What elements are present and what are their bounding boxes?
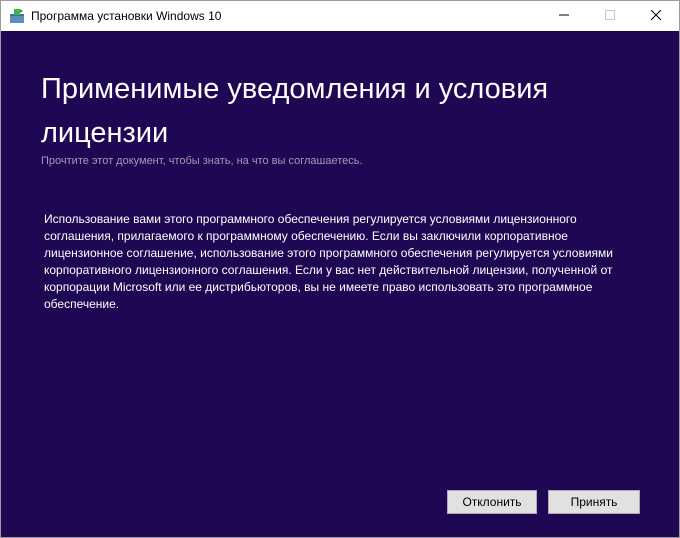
minimize-icon	[559, 7, 569, 25]
windows-setup-icon	[9, 8, 25, 24]
window-title: Программа установки Windows 10	[31, 9, 222, 23]
minimize-button[interactable]	[541, 1, 587, 31]
title-bar[interactable]: Программа установки Windows 10	[1, 1, 679, 31]
window-controls	[541, 1, 679, 31]
installer-window: Программа установки Windows 10 Применимы…	[0, 0, 680, 538]
accept-button[interactable]: Принять	[548, 490, 640, 514]
maximize-icon	[605, 7, 615, 25]
maximize-button	[587, 1, 633, 31]
close-icon	[650, 7, 662, 25]
decline-button[interactable]: Отклонить	[447, 490, 537, 514]
license-terms-text: Использование вами этого программного об…	[44, 212, 613, 311]
page-subtitle: Прочтите этот документ, чтобы знать, на …	[41, 155, 363, 167]
close-button[interactable]	[633, 1, 679, 31]
page-title: Применимые уведомления и условия лицензи…	[41, 73, 549, 149]
